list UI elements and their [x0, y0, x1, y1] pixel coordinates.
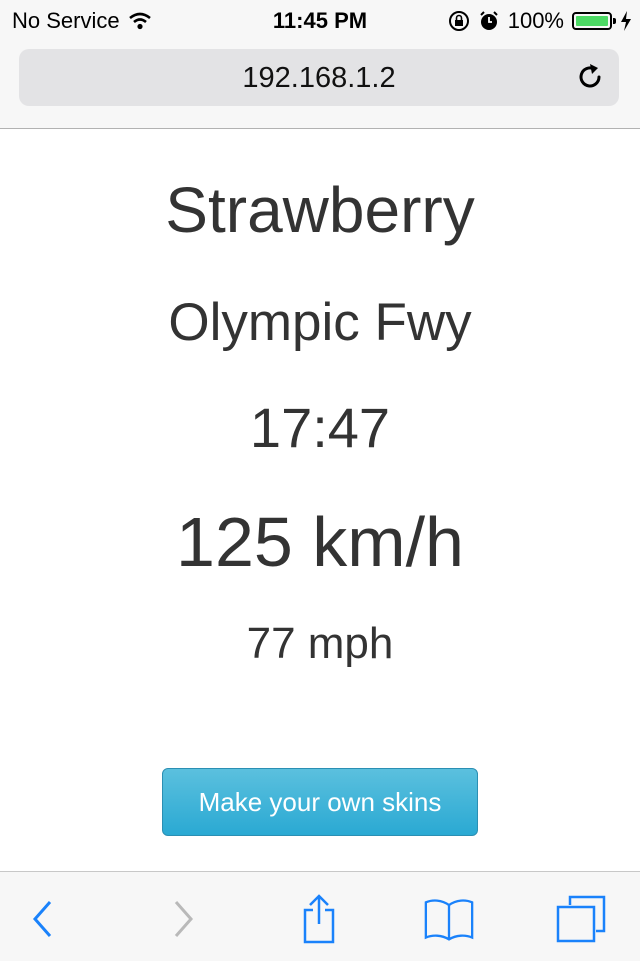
- forward-button[interactable]: [158, 894, 208, 944]
- charging-bolt-icon: [621, 11, 631, 31]
- clock-time: 17:47: [249, 396, 391, 459]
- road-name: Olympic Fwy: [168, 293, 472, 352]
- back-button[interactable]: [18, 894, 68, 944]
- share-button[interactable]: [294, 894, 344, 944]
- status-bar: No Service 11:45 PM 100%: [0, 0, 640, 40]
- main-content: Strawberry Olympic Fwy 17:47 125 km/h 77…: [0, 129, 640, 871]
- status-right: 100%: [448, 8, 632, 34]
- back-icon: [32, 901, 52, 937]
- tabs-button[interactable]: [556, 894, 606, 944]
- rotation-lock-icon: [448, 11, 469, 31]
- bookmarks-icon: [424, 899, 474, 941]
- bookmarks-button[interactable]: [424, 894, 474, 944]
- browser-toolbar: [0, 871, 640, 961]
- speed-mph: 77 mph: [246, 619, 394, 668]
- battery-icon: [572, 12, 616, 30]
- tabs-icon: [556, 895, 606, 943]
- reload-icon[interactable]: [575, 62, 605, 92]
- skin-title: Strawberry: [165, 174, 475, 246]
- make-skins-button[interactable]: Make your own skins: [162, 768, 478, 836]
- battery-percent: 100%: [507, 8, 564, 33]
- address-bar[interactable]: 192.168.1.2: [19, 49, 619, 106]
- speed-kmh: 125 km/h: [176, 503, 464, 581]
- alarm-icon: [480, 11, 498, 30]
- url-text: 192.168.1.2: [242, 62, 396, 94]
- browser-top-chrome: No Service 11:45 PM 100% 192.168.1.2: [0, 0, 640, 129]
- forward-icon: [174, 901, 194, 937]
- share-icon: [303, 894, 335, 944]
